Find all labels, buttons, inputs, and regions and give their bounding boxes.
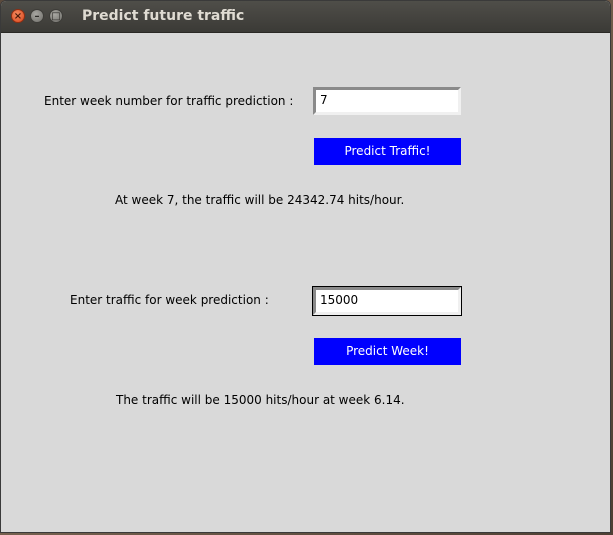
week-number-label: Enter week number for traffic prediction… bbox=[44, 94, 294, 108]
predict-traffic-button[interactable]: Predict Traffic! bbox=[314, 138, 461, 165]
maximize-window-icon[interactable]: □ bbox=[49, 9, 63, 23]
window-title: Predict future traffic bbox=[82, 8, 245, 24]
close-window-icon[interactable]: × bbox=[11, 9, 25, 23]
minimize-window-icon[interactable]: – bbox=[30, 9, 44, 23]
traffic-prediction-result: At week 7, the traffic will be 24342.74 … bbox=[115, 193, 405, 207]
traffic-input-label: Enter traffic for week prediction : bbox=[70, 293, 269, 307]
week-prediction-result: The traffic will be 15000 hits/hour at w… bbox=[116, 393, 405, 407]
app-window: × – □ Predict future traffic Enter week … bbox=[0, 0, 611, 533]
traffic-input[interactable]: 15000 bbox=[312, 286, 462, 316]
title-bar[interactable]: × – □ Predict future traffic bbox=[1, 1, 610, 33]
predict-week-button[interactable]: Predict Week! bbox=[314, 338, 461, 365]
week-number-input[interactable]: 7 bbox=[313, 87, 461, 115]
